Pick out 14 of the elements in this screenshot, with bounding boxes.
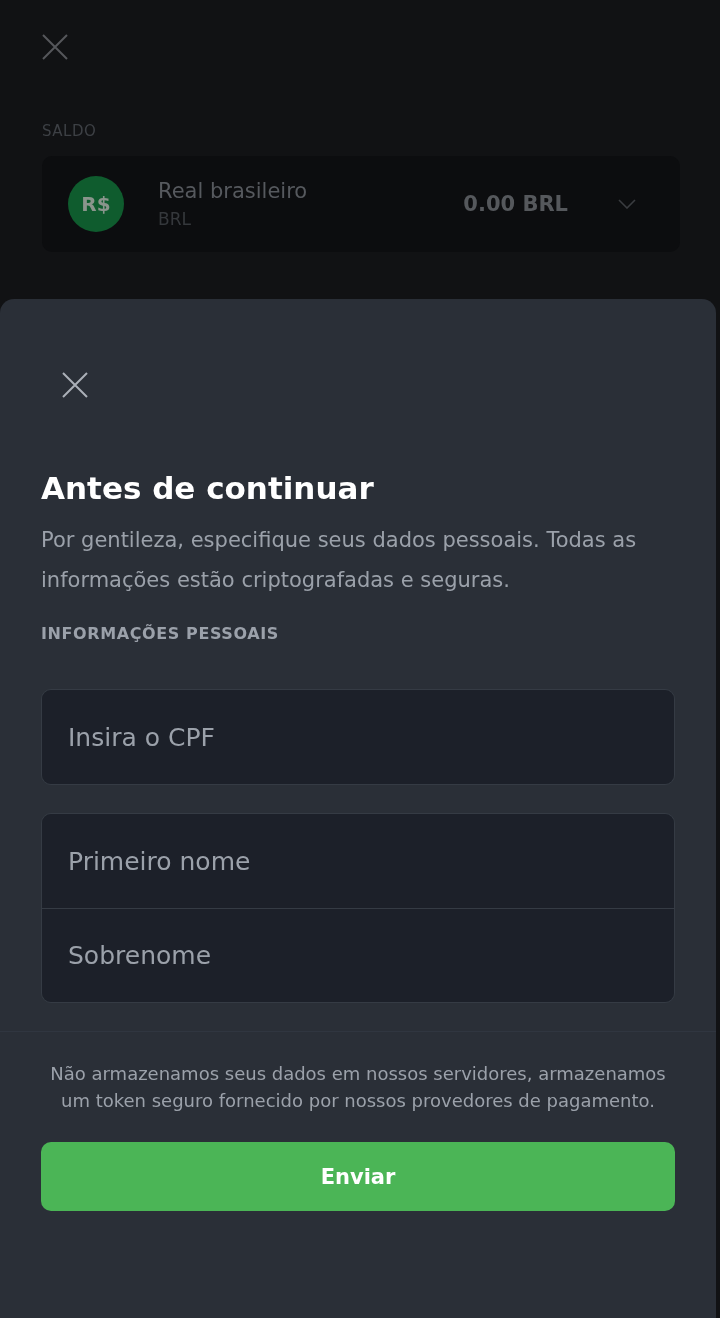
submit-button[interactable]: Enviar — [41, 1142, 675, 1211]
description-text: Por gentileza, especifique seus dados pessoais. Todas as informações estão criptografadas e seguras. — [41, 527, 638, 594]
close-icon[interactable] — [62, 372, 88, 398]
privacy-note: Não armazenamos seus dados em nossos servidores, armazenamos um token seguro fornecido por nossos provedores de pagamento. — [49, 1062, 667, 1113]
sheet-title: Antes de continuar — [41, 470, 375, 506]
chevron-down-icon[interactable] — [618, 199, 636, 209]
currency-name: Real brasileiro — [158, 179, 309, 203]
input-field[interactable]: Primeiro nome — [42, 814, 674, 908]
close-icon[interactable] — [42, 34, 68, 60]
input-field[interactable]: Sobrenome — [42, 908, 674, 1002]
input-field[interactable]: Insira o CPF — [42, 690, 674, 784]
balance-amount: 0.00 BRL — [463, 192, 568, 216]
section-label: INFORMAÇÕES PESSOAIS — [41, 624, 280, 643]
currency-icon: R$ — [68, 176, 124, 232]
